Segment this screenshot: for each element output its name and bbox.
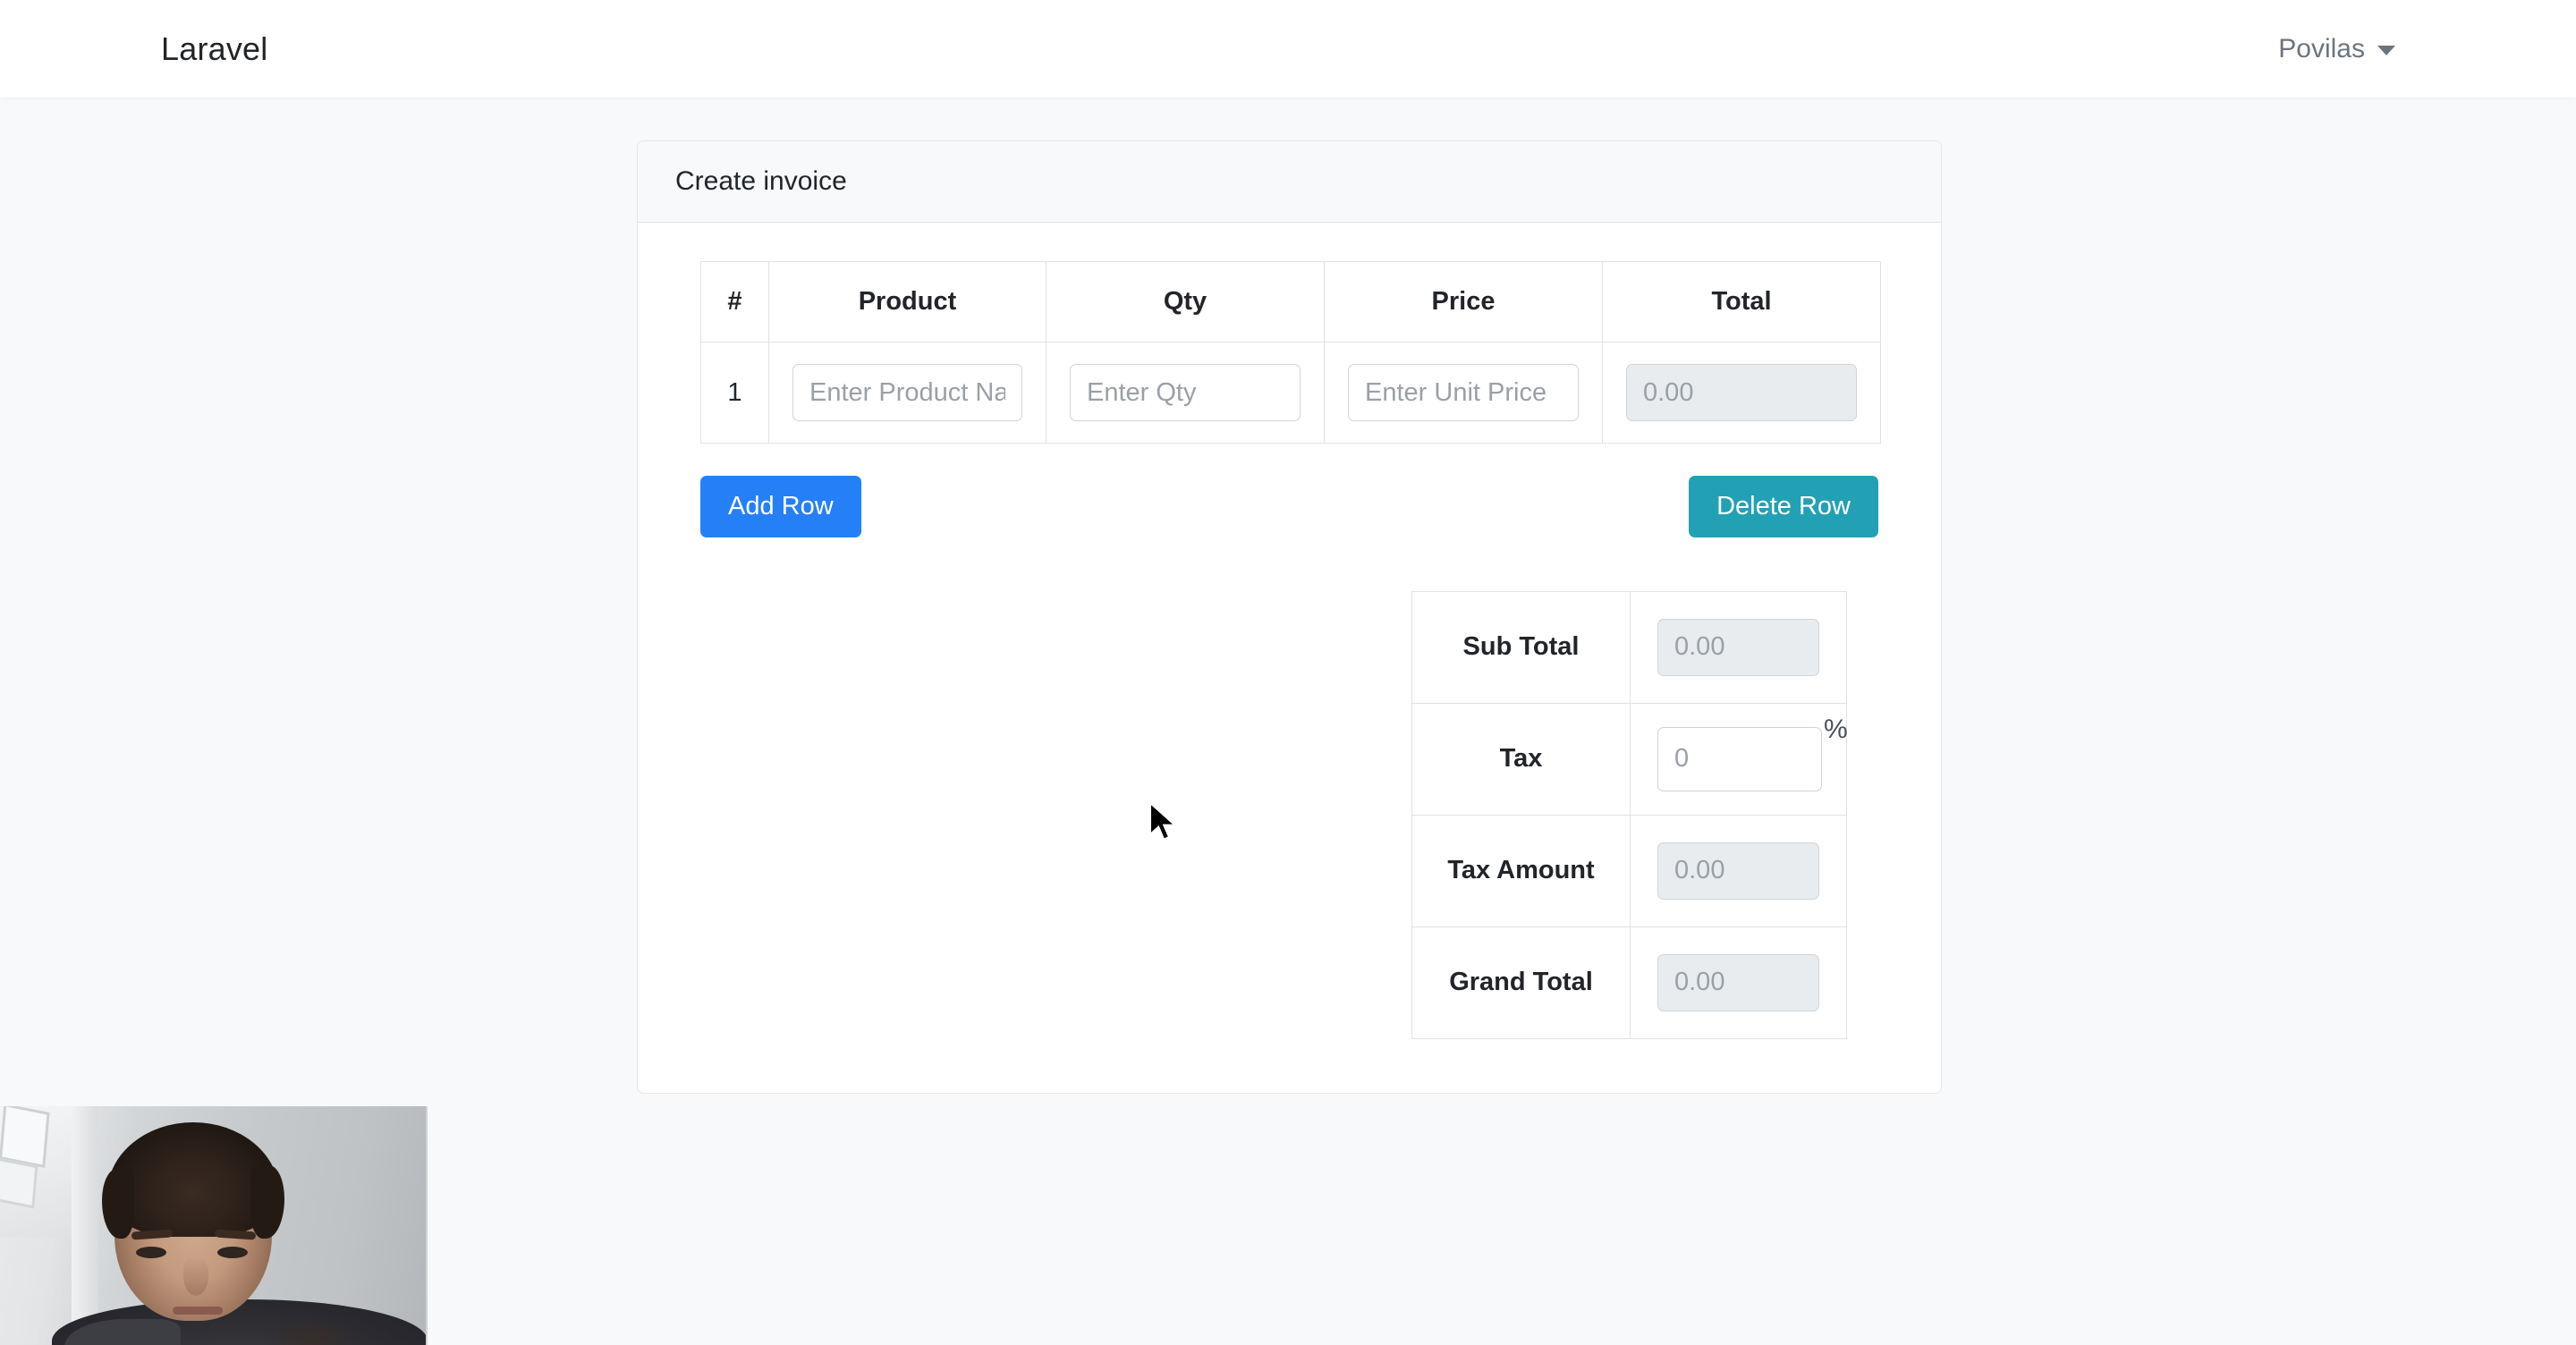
grand-total-cell xyxy=(1630,926,1847,1039)
column-header-index: # xyxy=(700,261,769,343)
table-row: 1 xyxy=(700,342,1881,444)
totals-row-tax-amount: Tax Amount xyxy=(1411,814,1847,927)
page-content: Create invoice # Product Qty Price Total xyxy=(0,97,2576,1094)
chevron-down-icon xyxy=(2377,46,2395,55)
tax-label: Tax xyxy=(1411,702,1631,816)
totals-table-body: Sub Total Tax % xyxy=(1411,590,1848,1039)
card-body: # Product Qty Price Total 1 Enter Produc… xyxy=(638,223,1941,1093)
webcam-wall-band xyxy=(72,1106,98,1345)
invoice-totals-table: Sub Total Tax % xyxy=(1411,590,1848,1039)
webcam-overlay xyxy=(0,1106,428,1345)
webcam-person-mouth xyxy=(173,1307,223,1315)
total-cell xyxy=(1602,342,1881,444)
column-header-price: Price xyxy=(1324,261,1603,343)
unit-price-input[interactable] xyxy=(1348,364,1579,421)
navbar-brand-laravel[interactable]: Laravel xyxy=(161,32,267,65)
create-invoice-card: Create invoice # Product Qty Price Total xyxy=(637,140,1942,1094)
user-menu-label: Povilas xyxy=(2278,33,2365,63)
product-name-input[interactable] xyxy=(792,364,1022,421)
tax-amount-input xyxy=(1657,842,1819,900)
percent-sign-label: % xyxy=(1824,714,1848,744)
webcam-person-eye-right xyxy=(217,1247,248,1258)
tax-percent-input[interactable] xyxy=(1657,726,1822,791)
row-action-buttons: Add Row Delete Row xyxy=(700,476,1878,537)
webcam-person-eye-left xyxy=(136,1247,166,1258)
qty-cell xyxy=(1046,342,1325,444)
webcam-person-nose xyxy=(183,1256,208,1296)
tax-cell: % xyxy=(1630,702,1848,816)
items-table-head: # Product Qty Price Total xyxy=(700,261,1881,343)
delete-row-button[interactable]: Delete Row xyxy=(1689,476,1878,537)
items-table-body: 1 xyxy=(700,342,1881,444)
grand-total-label: Grand Total xyxy=(1411,926,1631,1039)
column-header-qty: Qty xyxy=(1046,261,1325,343)
row-index-cell: 1 xyxy=(700,342,769,444)
webcam-person-beard xyxy=(256,1307,367,1345)
tax-amount-label: Tax Amount xyxy=(1411,814,1631,927)
totals-section: Sub Total Tax % xyxy=(700,590,1878,1039)
add-row-button[interactable]: Add Row xyxy=(700,476,861,537)
sub-total-cell xyxy=(1630,590,1847,704)
product-cell xyxy=(768,342,1046,444)
user-menu-dropdown[interactable]: Povilas xyxy=(2278,34,2415,64)
card-header-title: Create invoice xyxy=(638,141,1941,223)
totals-row-tax: Tax % xyxy=(1411,702,1848,816)
items-header-row: # Product Qty Price Total xyxy=(700,261,1881,343)
quantity-input[interactable] xyxy=(1070,364,1301,421)
sub-total-input xyxy=(1657,618,1819,676)
tax-amount-cell xyxy=(1630,814,1847,927)
invoice-items-table: # Product Qty Price Total 1 xyxy=(700,261,1881,444)
totals-row-grand-total: Grand Total xyxy=(1411,926,1847,1039)
tax-input-group: % xyxy=(1657,715,1848,791)
column-header-product: Product xyxy=(768,261,1046,343)
price-cell xyxy=(1324,342,1603,444)
column-header-total: Total xyxy=(1602,261,1881,343)
top-navbar: Laravel Povilas xyxy=(0,0,2576,97)
sub-total-label: Sub Total xyxy=(1411,590,1631,704)
grand-total-input xyxy=(1657,953,1819,1011)
navbar-inner: Laravel Povilas xyxy=(132,32,2444,65)
row-total-input xyxy=(1626,364,1857,421)
totals-row-sub-total: Sub Total xyxy=(1411,590,1847,704)
